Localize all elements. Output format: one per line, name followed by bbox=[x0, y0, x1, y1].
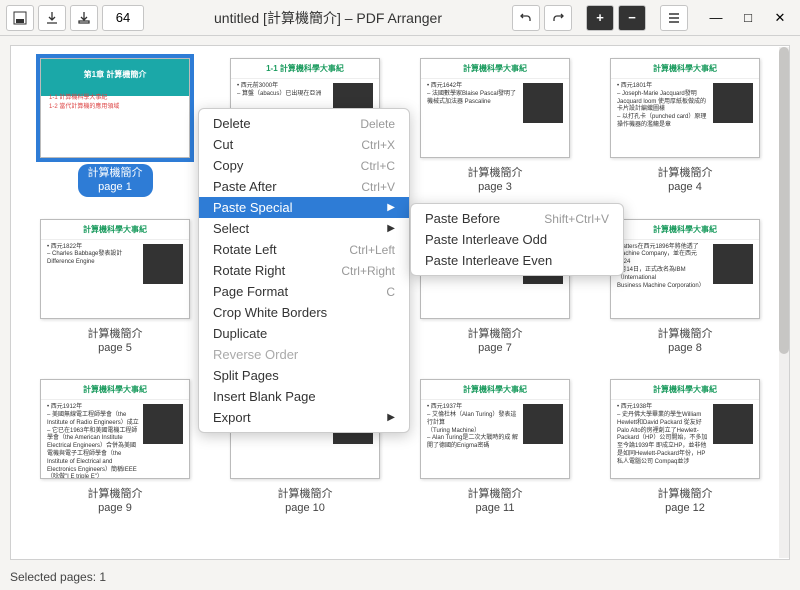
minimize-button[interactable]: — bbox=[702, 5, 730, 31]
page-caption: 計算機簡介page 3 bbox=[458, 164, 533, 197]
scrollbar[interactable] bbox=[779, 47, 789, 558]
menu-item[interactable]: Rotate RightCtrl+Right bbox=[199, 260, 409, 281]
page-caption: 計算機簡介page 10 bbox=[268, 485, 343, 518]
close-button[interactable]: ✕ bbox=[766, 5, 794, 31]
menu-item[interactable]: Paste BeforeShift+Ctrl+V bbox=[411, 208, 623, 229]
scrollbar-thumb[interactable] bbox=[779, 47, 789, 354]
menu-item[interactable]: Insert Blank Page bbox=[199, 386, 409, 407]
page-caption: 計算機簡介page 4 bbox=[648, 164, 723, 197]
export-button[interactable] bbox=[70, 5, 98, 31]
menu-item: Reverse Order bbox=[199, 344, 409, 365]
maximize-button[interactable]: □ bbox=[734, 5, 762, 31]
menu-item[interactable]: Select▶ bbox=[199, 218, 409, 239]
page-caption: 計算機簡介page 8 bbox=[648, 325, 723, 358]
page-caption: 計算機簡介page 9 bbox=[78, 485, 153, 518]
menu-item[interactable]: Paste AfterCtrl+V bbox=[199, 176, 409, 197]
zoom-in-button[interactable]: + bbox=[586, 5, 614, 31]
menu-item[interactable]: Page FormatC bbox=[199, 281, 409, 302]
page-thumbnail[interactable]: 計算機科學大事紀• 西元1642年 – 法國數學家Blaise Pascal發明… bbox=[415, 58, 575, 197]
menu-item[interactable]: CutCtrl+X bbox=[199, 134, 409, 155]
status-bar: Selected pages: 1 bbox=[0, 564, 800, 590]
menu-item[interactable]: DeleteDelete bbox=[199, 113, 409, 134]
rotate-left-button[interactable] bbox=[512, 5, 540, 31]
page-thumbnail[interactable]: 計算機科學大事紀• 西元1822年 – Charles Babbage發表設計 … bbox=[35, 219, 195, 358]
menu-item[interactable]: Export▶ bbox=[199, 407, 409, 428]
page-thumbnail[interactable]: 計算機科學大事紀• 西元1912年 – 美國無線電工程師學會（the Insti… bbox=[35, 379, 195, 518]
zoom-out-button[interactable]: − bbox=[618, 5, 646, 31]
page-caption: 計算機簡介page 7 bbox=[458, 325, 533, 358]
page-caption: 計算機簡介page 1 bbox=[78, 164, 153, 197]
menu-item[interactable]: Rotate LeftCtrl+Left bbox=[199, 239, 409, 260]
page-caption: 計算機簡介page 12 bbox=[648, 485, 723, 518]
zoom-input[interactable] bbox=[102, 5, 144, 31]
rotate-right-button[interactable] bbox=[544, 5, 572, 31]
page-thumbnail[interactable]: 計算機科學大事紀• 西元1938年 – 史丹佛大學畢業的學生William He… bbox=[605, 379, 765, 518]
save-button[interactable] bbox=[6, 5, 34, 31]
page-caption: 計算機簡介page 5 bbox=[78, 325, 153, 358]
page-thumbnail[interactable]: 第1章 計算機簡介1-1 計算機科學大事紀1-2 當代計算機的應用領域計算機簡介… bbox=[35, 58, 195, 197]
menu-item[interactable]: Crop White Borders bbox=[199, 302, 409, 323]
import-button[interactable] bbox=[38, 5, 66, 31]
paste-special-submenu[interactable]: Paste BeforeShift+Ctrl+VPaste Interleave… bbox=[410, 203, 624, 276]
menu-item[interactable]: Split Pages bbox=[199, 365, 409, 386]
menu-item[interactable]: Paste Interleave Odd bbox=[411, 229, 623, 250]
menu-item[interactable]: CopyCtrl+C bbox=[199, 155, 409, 176]
main-menu-button[interactable] bbox=[660, 5, 688, 31]
menu-item[interactable]: Paste Interleave Even bbox=[411, 250, 623, 271]
context-menu[interactable]: DeleteDeleteCutCtrl+XCopyCtrl+CPaste Aft… bbox=[198, 108, 410, 433]
menu-item[interactable]: Duplicate bbox=[199, 323, 409, 344]
window-title: untitled [計算機簡介] – PDF Arranger bbox=[148, 8, 508, 28]
page-caption: 計算機簡介page 11 bbox=[458, 485, 533, 518]
page-thumbnail[interactable]: 計算機科學大事紀• 西元1937年 – 艾倫杜林（Alan Turing）發表這… bbox=[415, 379, 575, 518]
status-text: Selected pages: 1 bbox=[10, 570, 106, 584]
menu-item[interactable]: Paste Special▶ bbox=[199, 197, 409, 218]
page-thumbnail[interactable]: 計算機科學大事紀• 西元1801年 – Joseph-Marie Jacquar… bbox=[605, 58, 765, 197]
toolbar: untitled [計算機簡介] – PDF Arranger + − — □ … bbox=[0, 0, 800, 36]
page-thumbnail[interactable]: 計算機科學大事紀Watters在西元1896年將他透了Machine Compa… bbox=[605, 219, 765, 358]
